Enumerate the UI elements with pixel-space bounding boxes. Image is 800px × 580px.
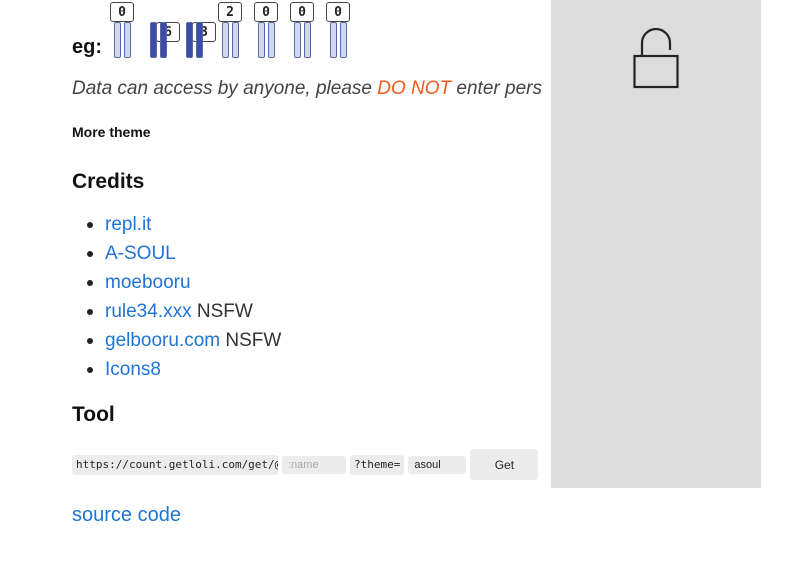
locked-overlay[interactable] <box>551 0 761 488</box>
notice-prefix: Data can access by anyone, please <box>72 78 378 99</box>
theme-input[interactable] <box>408 455 467 474</box>
credit-link-asoul[interactable]: A-SOUL <box>105 243 176 264</box>
notice-warning: DO NOT <box>377 78 452 99</box>
nsfw-tag: NSFW <box>196 301 253 322</box>
source-code-link[interactable]: source code <box>72 504 181 527</box>
counter-digit: 0 <box>106 0 138 58</box>
list-item: repl.it <box>86 210 281 239</box>
credit-link-rule34[interactable]: rule34.xxx <box>105 301 192 322</box>
notice-suffix: enter pers <box>451 78 542 99</box>
counter-image: 0 6 3 2 0 0 0 <box>106 0 358 58</box>
more-theme-toggle[interactable]: More theme <box>72 124 151 140</box>
counter-digit: 2 <box>214 0 246 58</box>
example-row: eg: 0 6 3 2 0 0 0 <box>72 0 542 62</box>
list-item: A-SOUL <box>86 239 281 268</box>
get-button[interactable]: Get <box>470 449 539 480</box>
credit-link-icons8[interactable]: Icons8 <box>105 359 161 380</box>
counter-digit: 3 <box>178 0 216 58</box>
credit-link-moebooru[interactable]: moebooru <box>105 272 191 293</box>
name-input[interactable] <box>282 455 346 474</box>
counter-digit: 0 <box>250 0 282 58</box>
lock-open-icon <box>633 28 679 89</box>
counter-digit: 6 <box>142 0 180 58</box>
credit-link-replit[interactable]: repl.it <box>105 214 151 235</box>
theme-prefix: ?theme= <box>350 454 405 475</box>
list-item: rule34.xxx NSFW <box>86 297 281 326</box>
url-builder: https://count.getloli.com/get/@ ?theme= … <box>72 449 539 480</box>
privacy-notice: Data can access by anyone, please DO NOT… <box>72 78 552 100</box>
nsfw-tag: NSFW <box>225 330 282 351</box>
url-prefix: https://count.getloli.com/get/@ <box>72 454 278 475</box>
list-item: gelbooru.com NSFW <box>86 326 282 355</box>
tool-heading: Tool <box>72 403 115 426</box>
credit-link-gelbooru[interactable]: gelbooru.com <box>105 330 220 351</box>
counter-digit: 0 <box>322 0 354 58</box>
example-label: eg: <box>72 36 102 58</box>
list-item: Icons8 <box>86 355 281 384</box>
credits-list: repl.it A-SOUL moebooru rule34.xxx NSFW … <box>72 210 281 384</box>
credits-heading: Credits <box>72 170 145 193</box>
counter-digit: 0 <box>286 0 318 58</box>
list-item: moebooru <box>86 268 281 297</box>
